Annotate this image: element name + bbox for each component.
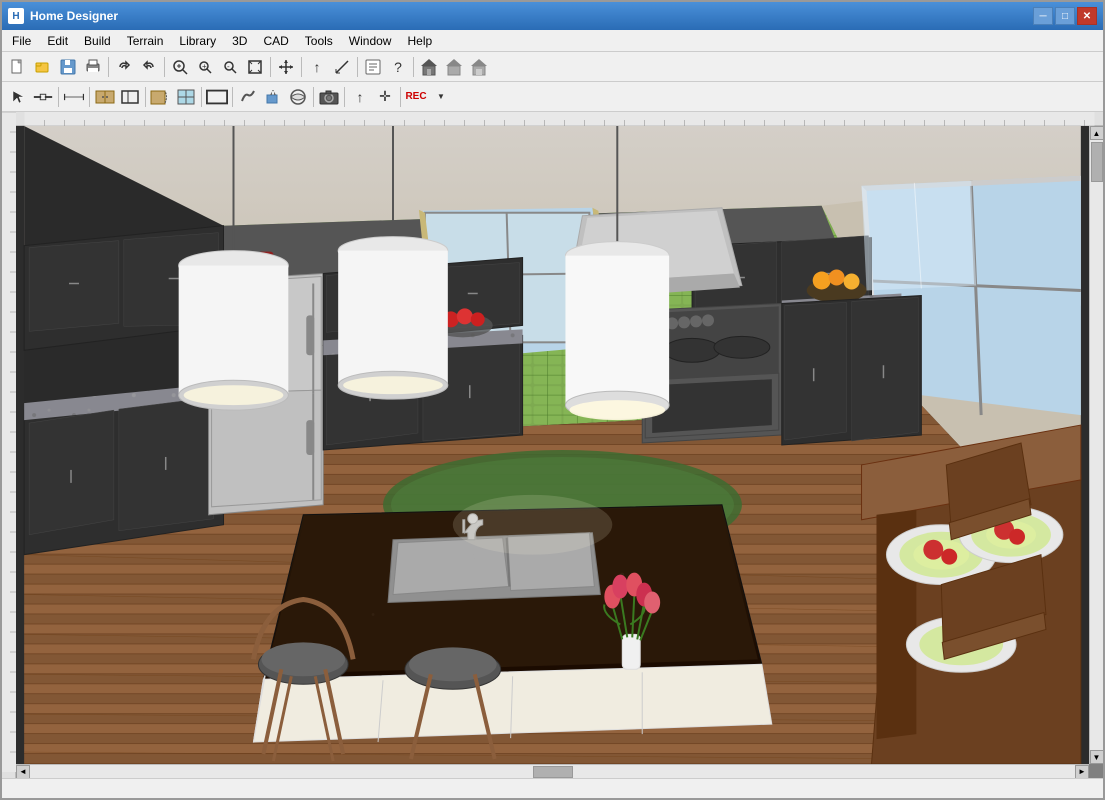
save-button[interactable] xyxy=(56,55,80,79)
record-button[interactable]: REC xyxy=(404,85,428,109)
minimize-button[interactable]: ─ xyxy=(1033,7,1053,25)
menu-3d[interactable]: 3D xyxy=(224,30,255,51)
menu-window[interactable]: Window xyxy=(341,30,400,51)
separator-t2-5 xyxy=(232,87,233,107)
scroll-track-bottom[interactable] xyxy=(30,765,1075,778)
content-area: ▲ ▼ ◄ ► xyxy=(16,112,1103,778)
help-button[interactable]: ? xyxy=(386,55,410,79)
separator-t2-2 xyxy=(89,87,90,107)
separator-t2-6 xyxy=(313,87,314,107)
separator-2 xyxy=(164,57,165,77)
scroll-right-arrow[interactable]: ► xyxy=(1075,765,1089,779)
scroll-thumb-right[interactable] xyxy=(1091,142,1103,182)
texture-button[interactable] xyxy=(286,85,310,109)
pan-tool-button[interactable] xyxy=(274,55,298,79)
floor-plan-button[interactable] xyxy=(118,85,142,109)
app-icon: H xyxy=(8,8,24,24)
redo-button[interactable] xyxy=(137,55,161,79)
print-button[interactable] xyxy=(81,55,105,79)
transform-button[interactable]: ✛ xyxy=(373,85,397,109)
menu-tools[interactable]: Tools xyxy=(297,30,341,51)
main-window: H Home Designer ─ □ ✕ File Edit Build Te… xyxy=(0,0,1105,800)
separator-4 xyxy=(301,57,302,77)
toolbar-1: + - ↑ ? xyxy=(2,52,1103,82)
main-area: ▲ ▼ ◄ ► xyxy=(2,112,1103,778)
scrollbar-right[interactable]: ▲ ▼ xyxy=(1089,126,1103,764)
wall-segment-button[interactable] xyxy=(31,85,55,109)
paint-button[interactable] xyxy=(261,85,285,109)
scroll-thumb-bottom[interactable] xyxy=(533,766,573,778)
house3-view-button[interactable] xyxy=(467,55,491,79)
door-button[interactable] xyxy=(149,85,173,109)
menu-build[interactable]: Build xyxy=(76,30,119,51)
menu-cad[interactable]: CAD xyxy=(255,30,296,51)
kitchen-3d-view[interactable] xyxy=(16,126,1089,764)
menu-edit[interactable]: Edit xyxy=(39,30,76,51)
cabinet-button[interactable] xyxy=(93,85,117,109)
scrollbar-bottom[interactable]: ◄ ► xyxy=(16,764,1089,778)
undo-button[interactable] xyxy=(112,55,136,79)
terrain-brush-button[interactable] xyxy=(236,85,260,109)
camera-button[interactable] xyxy=(317,85,341,109)
separator-t2-8 xyxy=(400,87,401,107)
record-dropdown-button[interactable]: ▼ xyxy=(429,85,453,109)
separator-t2-1 xyxy=(58,87,59,107)
toolbar-2: ↑ ✛ REC ▼ xyxy=(2,82,1103,112)
separator-t2-3 xyxy=(145,87,146,107)
scroll-down-arrow[interactable]: ▼ xyxy=(1090,750,1104,764)
house-view-button[interactable] xyxy=(417,55,441,79)
menu-help[interactable]: Help xyxy=(399,30,440,51)
fit-page-button[interactable] xyxy=(243,55,267,79)
menu-file[interactable]: File xyxy=(4,30,39,51)
separator-5 xyxy=(357,57,358,77)
separator-t2-4 xyxy=(201,87,202,107)
svg-text:+: + xyxy=(202,62,207,71)
new-button[interactable] xyxy=(6,55,30,79)
window-controls: ─ □ ✕ xyxy=(1033,7,1097,25)
separator-1 xyxy=(108,57,109,77)
up-arrow-tool-button[interactable]: ↑ xyxy=(348,85,372,109)
scroll-up-arrow[interactable]: ▲ xyxy=(1090,126,1104,140)
separator-t2-7 xyxy=(344,87,345,107)
checklist-button[interactable] xyxy=(361,55,385,79)
title-bar: H Home Designer ─ □ ✕ xyxy=(2,2,1103,30)
separator-3 xyxy=(270,57,271,77)
menu-bar: File Edit Build Terrain Library 3D CAD T… xyxy=(2,30,1103,52)
scroll-left-arrow[interactable]: ◄ xyxy=(16,765,30,779)
menu-terrain[interactable]: Terrain xyxy=(119,30,172,51)
canvas-area[interactable] xyxy=(16,126,1089,764)
menu-library[interactable]: Library xyxy=(171,30,224,51)
measure-button[interactable] xyxy=(330,55,354,79)
open-button[interactable] xyxy=(31,55,55,79)
status-bar xyxy=(2,778,1103,798)
window-button[interactable] xyxy=(174,85,198,109)
zoom-window-button[interactable] xyxy=(168,55,192,79)
window-title: Home Designer xyxy=(30,9,1033,23)
up-arrow-button[interactable]: ↑ xyxy=(305,55,329,79)
separator-6 xyxy=(413,57,414,77)
ruler-top xyxy=(16,112,1103,126)
house2-view-button[interactable] xyxy=(442,55,466,79)
ruler-left xyxy=(2,112,16,778)
svg-text:-: - xyxy=(227,62,230,71)
scroll-track-right[interactable] xyxy=(1090,140,1103,750)
zoom-in-button[interactable]: + xyxy=(193,55,217,79)
close-button[interactable]: ✕ xyxy=(1077,7,1097,25)
room-button[interactable] xyxy=(205,85,229,109)
select-tool-button[interactable] xyxy=(6,85,30,109)
zoom-out-button[interactable]: - xyxy=(218,55,242,79)
maximize-button[interactable]: □ xyxy=(1055,7,1075,25)
dimension-button[interactable] xyxy=(62,85,86,109)
